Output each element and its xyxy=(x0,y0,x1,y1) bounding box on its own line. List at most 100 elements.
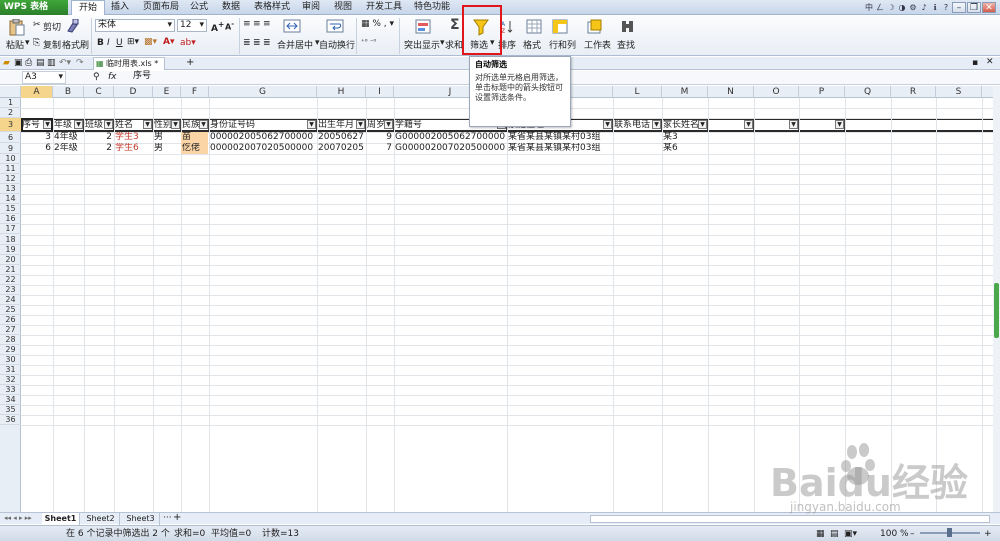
filter-dropdown-icon[interactable]: ▼ xyxy=(356,120,365,130)
sum-icon[interactable]: Σ xyxy=(450,17,460,33)
row-header-27[interactable]: 27 xyxy=(0,325,21,335)
menu-tab-view[interactable]: 视图 xyxy=(334,0,352,15)
filter-dropdown-icon[interactable]: ▼ xyxy=(652,120,661,130)
cell-area[interactable]: 序号▼年级▼班级▼姓名▼性别▼民族▼身份证号码▼出生年月▼周岁▼学籍号▼家庭住址… xyxy=(21,98,993,512)
font-color-icon[interactable]: A▾ xyxy=(163,37,174,47)
wrap-text-button[interactable]: 自动换行 xyxy=(319,38,355,51)
column-header-m[interactable]: M xyxy=(662,86,708,98)
border-icon[interactable]: ⊞▾ xyxy=(127,37,139,47)
cell-addr[interactable]: 某省某县某镇某村03组 xyxy=(507,143,612,154)
zoom-in-button[interactable]: + xyxy=(984,527,992,541)
column-header-r[interactable]: R xyxy=(891,86,936,98)
minimize-button[interactable]: – xyxy=(952,2,966,13)
sheet-more-icon[interactable]: ··· xyxy=(163,513,172,523)
header-cell-g[interactable]: 身份证号码 xyxy=(209,120,317,131)
wrap-text-icon[interactable] xyxy=(326,19,344,33)
number-format-select[interactable]: ▦ % , ▾ xyxy=(361,19,394,29)
tab-list-icon[interactable]: ▪ xyxy=(972,58,978,68)
horizontal-scrollbar[interactable] xyxy=(590,515,990,523)
row-header-17[interactable]: 17 xyxy=(0,224,21,235)
menu-tab-review[interactable]: 审阅 xyxy=(302,0,320,15)
menu-tab-start[interactable]: 开始 xyxy=(71,0,105,15)
find-icon[interactable] xyxy=(620,19,635,34)
document-tab[interactable]: ▦ 临时用表.xls * xyxy=(93,57,165,70)
underline-button[interactable]: U xyxy=(116,38,123,48)
scroll-thumb[interactable] xyxy=(994,283,999,338)
filter-dropdown-icon[interactable]: ▼ xyxy=(307,120,316,130)
row-header-6[interactable]: 6 xyxy=(0,132,21,144)
normal-view-icon[interactable]: ▦ xyxy=(816,527,825,541)
column-header-p[interactable]: P xyxy=(799,86,845,98)
italic-button[interactable]: I xyxy=(107,38,110,48)
cell-birth[interactable]: 20070205 xyxy=(317,143,365,154)
shrink-font-icon[interactable]: A- xyxy=(225,20,234,32)
cell-xueji[interactable]: G000002007020500000 xyxy=(394,143,506,154)
sum-button[interactable]: 求和 xyxy=(445,38,463,51)
filter-dropdown-icon[interactable]: ▼ xyxy=(789,120,798,130)
format-painter-icon[interactable] xyxy=(66,19,79,33)
row-header-34[interactable]: 34 xyxy=(0,395,21,406)
row-header-29[interactable]: 29 xyxy=(0,345,21,356)
paste-dropdown-icon[interactable]: ▾ xyxy=(25,38,30,48)
zoom-slider-thumb[interactable] xyxy=(947,528,952,537)
filter-dropdown-icon[interactable]: ▼ xyxy=(43,120,52,130)
cell-id[interactable]: 000002005062700000 xyxy=(209,132,316,143)
row-header-12[interactable]: 12 xyxy=(0,174,21,185)
cell-phone[interactable] xyxy=(613,143,661,154)
column-header-i[interactable]: I xyxy=(366,86,394,98)
column-header-c[interactable]: C xyxy=(84,86,114,98)
sheet-tab-3[interactable]: Sheet3 xyxy=(122,513,160,525)
select-all-corner[interactable] xyxy=(0,86,21,98)
cell-ethnic[interactable]: 苗 xyxy=(181,132,208,144)
cell-age[interactable]: 7 xyxy=(366,143,393,154)
row-header-15[interactable]: 15 xyxy=(0,204,21,215)
redo-icon[interactable]: ↷ xyxy=(76,58,84,68)
cell-grade[interactable]: 2年级 xyxy=(53,143,83,154)
menu-tab-insert[interactable]: 插入 xyxy=(111,0,129,15)
function-icon[interactable]: fx xyxy=(108,72,117,82)
cell-age[interactable]: 9 xyxy=(366,132,393,143)
merge-center-button[interactable]: 合并居中 xyxy=(277,38,313,51)
row-header-11[interactable]: 11 xyxy=(0,164,21,175)
menu-tab-developer[interactable]: 开发工具 xyxy=(366,0,402,15)
align-right-icon[interactable]: ≣ xyxy=(263,38,271,48)
grow-font-icon[interactable]: A+ xyxy=(211,20,224,34)
row-header-16[interactable]: 16 xyxy=(0,214,21,225)
column-header-h[interactable]: H xyxy=(317,86,366,98)
cell-phone[interactable] xyxy=(613,132,661,143)
cell-xueji[interactable]: G000002005062700000 xyxy=(394,132,506,143)
column-header-q[interactable]: Q xyxy=(845,86,891,98)
filter-dropdown-icon[interactable]: ▼ xyxy=(171,120,180,130)
cell-parent[interactable]: 某6 xyxy=(662,143,707,154)
vertical-scrollbar[interactable] xyxy=(993,86,1000,512)
row-header-2[interactable]: 2 xyxy=(0,108,21,119)
row-header-22[interactable]: 22 xyxy=(0,275,21,285)
help-icon[interactable]: ? xyxy=(941,2,951,13)
row-header-3[interactable]: 3 xyxy=(0,118,21,133)
row-header-35[interactable]: 35 xyxy=(0,405,21,416)
row-header-19[interactable]: 19 xyxy=(0,245,21,255)
column-header-s[interactable]: S xyxy=(936,86,982,98)
strikethrough-icon[interactable]: ab▾ xyxy=(180,38,196,48)
cell-gender[interactable]: 男 xyxy=(153,132,180,143)
row-header-32[interactable]: 32 xyxy=(0,375,21,386)
music-icon[interactable]: ♪ xyxy=(919,2,929,13)
new-tab-button[interactable]: + xyxy=(186,57,194,68)
save-icon[interactable]: ▣ xyxy=(14,58,23,68)
cell-gender[interactable]: 男 xyxy=(153,143,180,154)
cell-id[interactable]: 000002007020500000 xyxy=(209,143,316,154)
column-header-b[interactable]: B xyxy=(53,86,84,98)
cell-name[interactable]: 学生6 xyxy=(114,143,152,154)
column-header-n[interactable]: N xyxy=(708,86,754,98)
row-header-10[interactable]: 10 xyxy=(0,154,21,165)
close-doc-icon[interactable]: ✕ xyxy=(986,57,994,67)
wps-logo-menu[interactable]: WPS 表格 xyxy=(0,0,68,15)
column-header-f[interactable]: F xyxy=(181,86,209,98)
row-header-13[interactable]: 13 xyxy=(0,184,21,195)
cell-seq[interactable]: 3 xyxy=(21,132,52,143)
filter-dropdown-icon[interactable]: ▼ xyxy=(835,120,844,130)
align-bottom-icon[interactable]: ≡ xyxy=(263,19,271,29)
fill-color-icon[interactable]: ▩▾ xyxy=(144,37,157,47)
filter-dropdown-icon[interactable]: ▼ xyxy=(104,120,113,130)
row-header-25[interactable]: 25 xyxy=(0,305,21,315)
